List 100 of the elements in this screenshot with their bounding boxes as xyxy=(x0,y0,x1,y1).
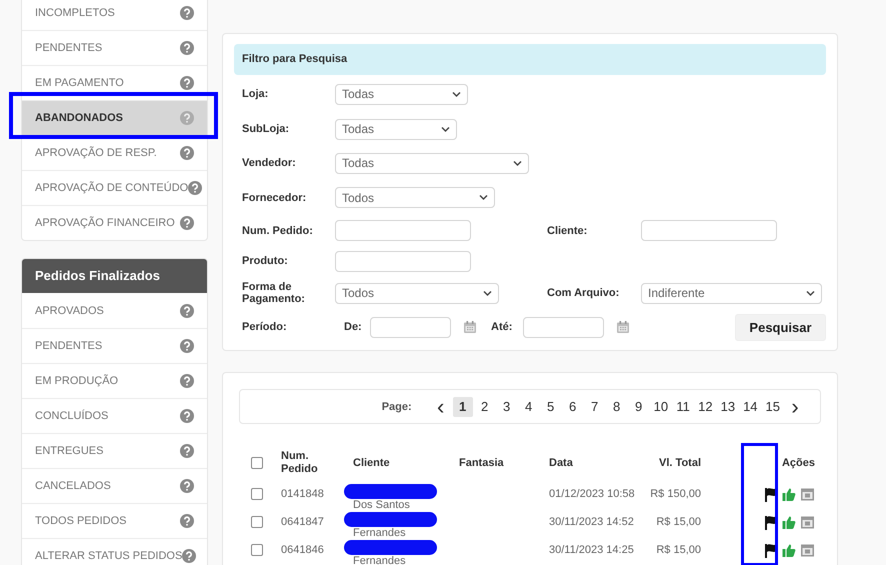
page-link[interactable]: 15 xyxy=(762,396,783,416)
sidebar-item[interactable]: ALTERAR STATUS PEDIDOS xyxy=(22,538,207,565)
checkbox[interactable] xyxy=(251,516,263,528)
column-header: Cliente xyxy=(353,456,390,470)
help-icon[interactable] xyxy=(180,444,194,458)
sidebar-item[interactable]: CANCELADOS xyxy=(22,468,207,503)
field-label: Com Arquivo: xyxy=(547,287,620,299)
dropdown[interactable]: Todos xyxy=(335,187,495,208)
table-cell-text: Fernandes xyxy=(353,526,406,539)
help-icon[interactable] xyxy=(180,374,194,388)
input-field[interactable] xyxy=(335,220,471,241)
table-cell-text: Fernandes xyxy=(353,554,406,565)
search-button[interactable]: Pesquisar xyxy=(735,314,826,340)
caret-icon xyxy=(479,194,488,201)
input-field[interactable] xyxy=(335,250,471,272)
calendar-icon[interactable] xyxy=(463,320,477,334)
sidebar-item[interactable]: INCOMPLETOS xyxy=(22,0,207,30)
help-icon[interactable] xyxy=(182,549,196,563)
page-link[interactable]: 13 xyxy=(718,396,738,416)
page-link[interactable]: 7 xyxy=(584,396,605,416)
sidebar-item[interactable]: APROVAÇÃO DE CONTEÚDO xyxy=(22,170,207,205)
field-label: Loja: xyxy=(242,88,270,100)
dropdown[interactable]: Todos xyxy=(335,282,499,304)
help-icon[interactable] xyxy=(180,304,194,318)
id-card-icon[interactable] xyxy=(800,514,815,530)
field-label: Período: xyxy=(242,321,288,333)
help-icon[interactable] xyxy=(180,339,194,353)
checkbox[interactable] xyxy=(251,544,263,556)
caret-icon xyxy=(452,90,461,98)
page-link[interactable]: 12 xyxy=(695,396,716,416)
page-link[interactable]: 14 xyxy=(740,396,761,416)
table-cell: R$ 150,00 xyxy=(650,488,701,500)
help-icon[interactable] xyxy=(180,41,194,55)
column-header: Data xyxy=(549,456,573,470)
page-link[interactable]: 2 xyxy=(474,396,495,416)
sidebar-item[interactable]: ENTREGUES xyxy=(22,433,207,468)
checkbox[interactable] xyxy=(251,488,263,500)
sidebar-item[interactable]: PENDENTES xyxy=(22,328,207,363)
sidebar-item[interactable]: ABANDONADOS xyxy=(22,100,207,135)
thumbs-up-icon[interactable] xyxy=(782,542,797,558)
help-icon[interactable] xyxy=(180,146,194,160)
sidebar-item[interactable]: APROVAÇÃO DE RESP. xyxy=(22,135,207,170)
sidebar-item[interactable]: APROVADOS xyxy=(22,293,207,328)
calendar-icon[interactable] xyxy=(616,320,630,334)
dropdown[interactable]: Todas xyxy=(335,84,468,104)
table-cell: 30/11/2023 14:25 xyxy=(549,544,634,556)
date-field[interactable] xyxy=(523,316,604,338)
next-page-link[interactable]: › xyxy=(788,396,802,416)
help-icon[interactable] xyxy=(180,76,194,90)
sidebar-item[interactable]: PENDENTES xyxy=(22,30,207,65)
thumbs-up-icon[interactable] xyxy=(782,486,797,502)
sidebar-item[interactable]: EM PRODUÇÃO xyxy=(22,363,207,398)
page-link[interactable]: 11 xyxy=(673,396,694,416)
id-card-icon[interactable] xyxy=(800,486,815,502)
field-label: Fornecedor: xyxy=(242,192,308,204)
help-icon[interactable] xyxy=(180,6,194,20)
help-icon[interactable] xyxy=(180,111,194,125)
field-label: Produto: xyxy=(242,255,289,267)
column-header: Vl. Total xyxy=(659,456,701,470)
caret-icon xyxy=(806,290,815,296)
dropdown[interactable]: Todas xyxy=(335,118,457,140)
page-link[interactable]: 3 xyxy=(496,396,517,416)
caret-icon xyxy=(483,290,492,296)
page-link[interactable]: 4 xyxy=(518,396,539,416)
column-header: Num. Pedido xyxy=(281,450,319,476)
help-icon[interactable] xyxy=(180,409,194,423)
table-cell: 0641846 xyxy=(281,544,324,556)
thumbs-up-icon[interactable] xyxy=(782,514,797,530)
field-label: Cliente: xyxy=(547,224,588,236)
previous-page-link[interactable]: ‹ xyxy=(434,396,448,416)
page-link[interactable]: 5 xyxy=(540,396,561,416)
field-label: De: xyxy=(344,321,363,333)
page-link[interactable]: 9 xyxy=(628,396,649,416)
field-label: Até: xyxy=(491,321,514,333)
input-field[interactable] xyxy=(641,220,777,241)
sidebar-item[interactable]: TODOS PEDIDOS xyxy=(22,503,207,538)
field-label: SubLoja: xyxy=(242,123,290,135)
page-link[interactable]: 6 xyxy=(562,396,583,416)
page-link[interactable]: 1 xyxy=(452,396,473,416)
help-icon[interactable] xyxy=(180,514,194,528)
sidebar-item[interactable]: APROVAÇÃO FINANCEIRO xyxy=(22,205,207,240)
id-card-icon[interactable] xyxy=(800,542,815,558)
table-cell: 01/12/2023 10:58 xyxy=(549,488,635,500)
caret-icon xyxy=(513,160,522,166)
page-link[interactable]: 8 xyxy=(606,396,627,416)
dropdown[interactable]: Indiferente xyxy=(641,282,822,304)
checkbox[interactable] xyxy=(251,457,263,469)
column-header: Fantasia xyxy=(459,456,504,470)
caret-icon xyxy=(441,126,450,132)
help-icon[interactable] xyxy=(180,479,194,493)
pagination-label: Page: xyxy=(382,400,412,412)
date-field[interactable] xyxy=(370,316,451,338)
page-link[interactable]: 10 xyxy=(650,396,672,416)
help-icon[interactable] xyxy=(180,216,194,230)
section-header: Pedidos Finalizados xyxy=(22,259,207,293)
dropdown[interactable]: Todas xyxy=(335,152,529,174)
sidebar-item[interactable]: CONCLUÍDOS xyxy=(22,398,207,433)
table-cell: R$ 15,00 xyxy=(656,516,701,528)
help-icon[interactable] xyxy=(188,181,202,195)
column-header: Ações xyxy=(782,456,815,470)
